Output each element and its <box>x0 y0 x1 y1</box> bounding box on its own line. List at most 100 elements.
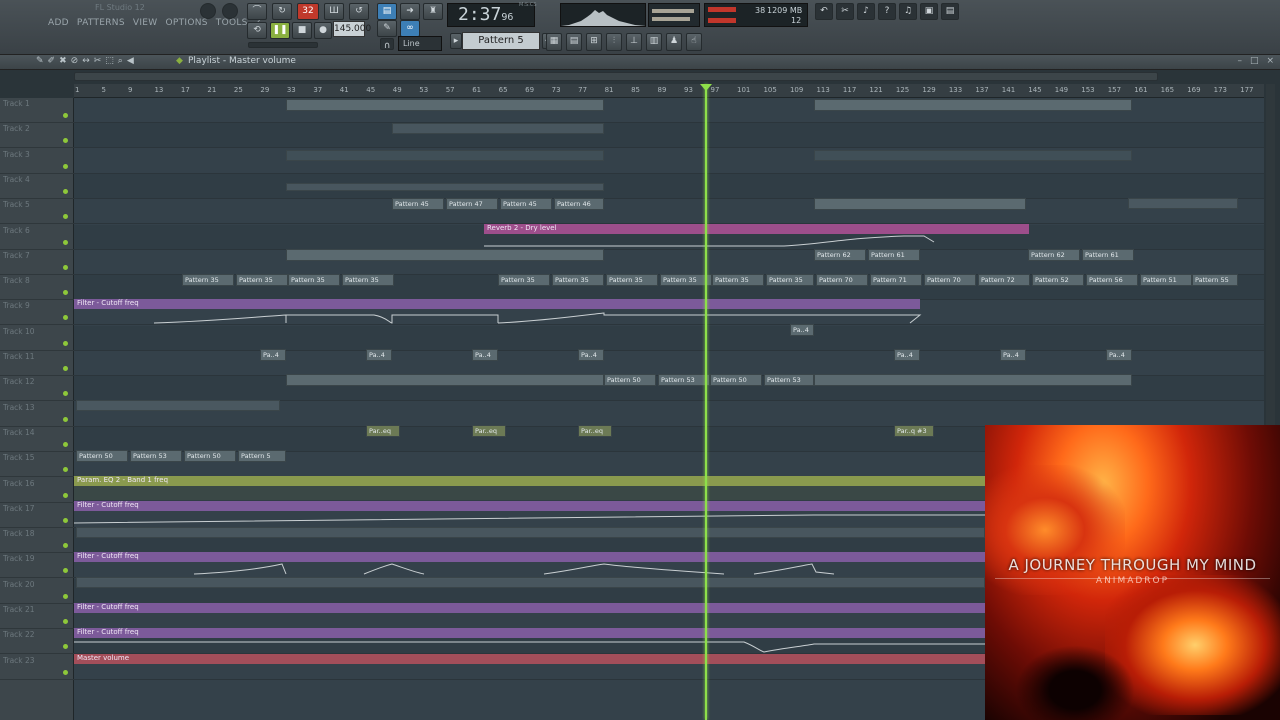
tool-paint-icon[interactable]: ✐ <box>48 56 56 66</box>
track14-par-eq3[interactable]: Par..q #3 <box>894 425 934 437</box>
mixer-alt-icon[interactable]: ⊥ <box>626 33 642 51</box>
plugin-icon[interactable]: ♟ <box>666 33 682 51</box>
metronome-icon[interactable]: ♜ <box>423 3 443 20</box>
track5-pattern45-b[interactable]: Pattern 45 <box>500 198 552 210</box>
track3-clip-group-a[interactable] <box>286 150 604 161</box>
track-active-led[interactable] <box>63 290 68 296</box>
track-active-led[interactable] <box>63 113 68 118</box>
track18-clip-group[interactable] <box>76 527 985 538</box>
menu-view[interactable]: VIEW <box>133 18 158 28</box>
mixer-icon[interactable]: ⫶ <box>606 33 622 51</box>
playlist-window-icon[interactable]: ▦ <box>546 33 562 51</box>
tool-delete-icon[interactable]: ✖ <box>59 56 67 66</box>
pattern-prev-icon[interactable]: ▸ <box>450 33 462 49</box>
track-header[interactable]: Track 11 <box>0 351 74 376</box>
track3-clip-group-b[interactable] <box>814 150 1132 161</box>
track8-pattern70-b[interactable]: Pattern 70 <box>924 274 976 286</box>
track12-pb-group-a[interactable] <box>286 374 604 386</box>
cut-icon[interactable]: ✂ <box>836 3 854 20</box>
wait-icon[interactable]: Ш <box>324 3 344 20</box>
tool-select-icon[interactable]: ⬚ <box>105 56 114 66</box>
track7-pattern61-a[interactable]: Pattern 61 <box>868 249 920 261</box>
track12-pattern53-a[interactable]: Pattern 53 <box>658 374 710 386</box>
track-active-led[interactable] <box>63 593 68 599</box>
mic-icon[interactable]: ♫ <box>899 3 917 20</box>
playhead-marker-icon[interactable] <box>700 84 712 91</box>
track21-filter-automation[interactable]: Filter - Cutoff freq <box>74 603 985 613</box>
track8-pattern55[interactable]: Pattern 55 <box>1192 274 1238 286</box>
track5-pattern46[interactable]: Pattern 46 <box>554 198 604 210</box>
track11-pa4-a[interactable]: Pa..4 <box>260 349 286 361</box>
menu-tools[interactable]: TOOLS <box>216 18 248 28</box>
track22-filter-automation[interactable]: Filter - Cutoff freq <box>74 628 985 638</box>
track16-param-eq-automation[interactable]: Param. EQ 2 - Band 1 freq <box>74 476 985 486</box>
undo-icon[interactable]: ↶ <box>815 3 833 20</box>
pattern-selector[interactable]: Pattern 5 <box>462 32 540 50</box>
menu-patterns[interactable]: PATTERNS <box>77 18 125 28</box>
track20-clip-group[interactable] <box>76 577 985 588</box>
track8-pattern72[interactable]: Pattern 72 <box>978 274 1030 286</box>
track8-pattern35-2[interactable]: Pattern 35 <box>236 274 288 286</box>
track1-clip-group-a[interactable] <box>286 99 604 111</box>
track-active-led[interactable] <box>63 619 68 624</box>
pat-song-icon[interactable]: 32 <box>297 3 319 20</box>
tool-slip-icon[interactable]: ↔ <box>82 56 90 66</box>
track8-pattern35-6[interactable]: Pattern 35 <box>552 274 604 286</box>
track-header[interactable]: Track 16 <box>0 478 74 503</box>
loop-icon[interactable]: ↻ <box>272 3 292 20</box>
track15-pattern53[interactable]: Pattern 53 <box>130 450 182 462</box>
track23-master-volume-automation[interactable]: Master volume <box>74 654 985 664</box>
horizontal-scrollbar[interactable] <box>74 72 1158 81</box>
track15-pattern5[interactable]: Pattern 5 <box>238 450 286 462</box>
track-header[interactable]: Track 9 <box>0 300 74 326</box>
track11-pa4-b[interactable]: Pa..4 <box>366 349 392 361</box>
track-active-led[interactable] <box>63 239 68 245</box>
track-active-led[interactable] <box>63 264 68 270</box>
maximize-icon[interactable]: □ <box>1250 56 1259 66</box>
track1-clip-group-b[interactable] <box>814 99 1132 111</box>
snap-magnet-icon[interactable]: ∩ <box>380 38 394 51</box>
track-lane[interactable] <box>74 325 1264 351</box>
track5-clip-group-b[interactable] <box>814 198 1026 210</box>
track-header[interactable]: Track 6 <box>0 225 74 250</box>
track-active-led[interactable] <box>63 517 68 523</box>
track-lane[interactable] <box>74 351 1264 376</box>
track-active-led[interactable] <box>63 492 68 498</box>
tempo-display[interactable]: 145.000 <box>333 21 371 37</box>
track17-filter-automation[interactable]: Filter - Cutoff freq <box>74 501 985 511</box>
track-header[interactable]: Track 20 <box>0 579 74 604</box>
track-header[interactable]: Track 5 <box>0 199 74 225</box>
track14-par-eq-c[interactable]: Par..eq <box>578 425 612 437</box>
track-header[interactable]: Track 14 <box>0 427 74 452</box>
track8-pattern35-5[interactable]: Pattern 35 <box>498 274 550 286</box>
track5-pattern45-a[interactable]: Pattern 45 <box>392 198 444 210</box>
track-active-led[interactable] <box>63 568 68 574</box>
track-header[interactable]: Track 18 <box>0 528 74 554</box>
track-active-led[interactable] <box>63 138 68 144</box>
track10-pa4[interactable]: Pa..4 <box>790 324 814 336</box>
track-header[interactable]: Track 17 <box>0 503 74 528</box>
track8-pattern71[interactable]: Pattern 71 <box>870 274 922 286</box>
track14-par-eq-b[interactable]: Par..eq <box>472 425 506 437</box>
track19-filter-automation[interactable]: Filter - Cutoff freq <box>74 552 985 562</box>
track-header[interactable]: Track 12 <box>0 376 74 402</box>
track-active-led[interactable] <box>63 315 68 321</box>
piano-roll-icon[interactable]: ▤ <box>566 33 582 51</box>
track4-clip-group[interactable] <box>286 183 604 191</box>
track-active-led[interactable] <box>63 391 68 397</box>
track-lane[interactable] <box>74 173 1264 199</box>
menu-add[interactable]: ADD <box>48 18 69 28</box>
close-icon[interactable]: × <box>1266 56 1274 66</box>
tool-playback-icon[interactable]: ◀ <box>127 56 134 66</box>
track-active-led[interactable] <box>63 441 68 447</box>
minimize-icon[interactable]: – <box>1237 56 1242 66</box>
track8-pattern35-4[interactable]: Pattern 35 <box>342 274 394 286</box>
track-header[interactable]: Track 23 <box>0 655 74 680</box>
master-volume-slider[interactable] <box>248 42 318 48</box>
track-lane[interactable] <box>74 123 1264 149</box>
track15-pattern50-a[interactable]: Pattern 50 <box>76 450 128 462</box>
playlist-arrow-icon[interactable]: ◆ <box>176 56 183 66</box>
track-header[interactable]: Track 19 <box>0 553 74 579</box>
track-active-led[interactable] <box>63 214 68 220</box>
track9-filter-automation[interactable]: Filter - Cutoff freq <box>74 299 920 309</box>
